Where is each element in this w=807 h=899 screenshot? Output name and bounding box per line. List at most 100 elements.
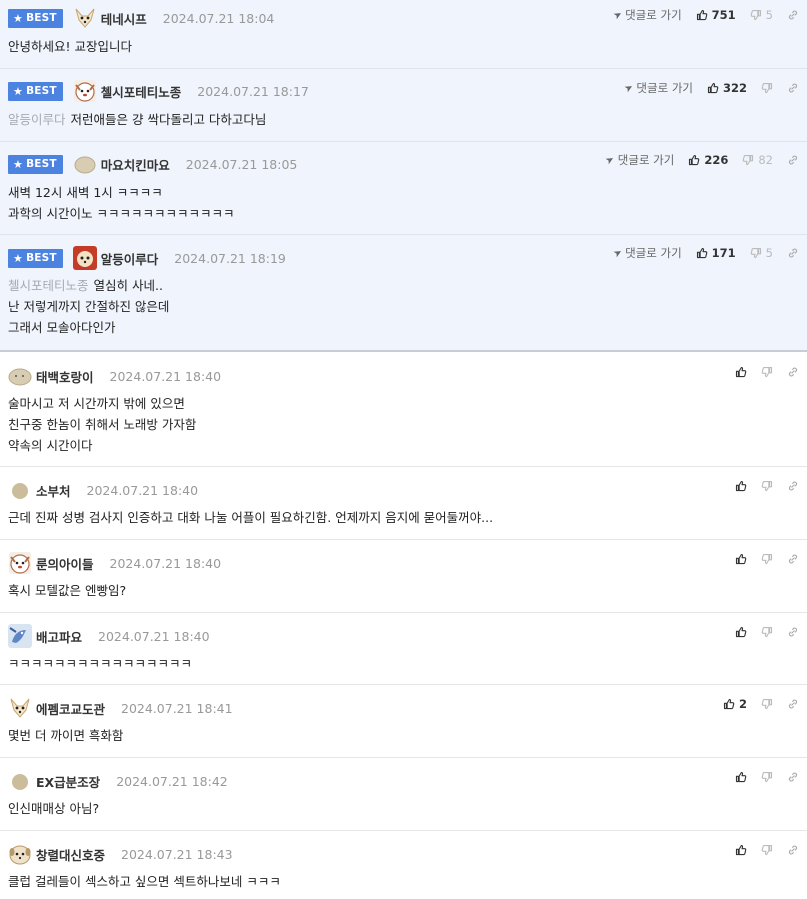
downvote-button[interactable] (761, 771, 773, 783)
comment-date: 2024.07.21 18:40 (109, 555, 222, 571)
share-link-button[interactable] (787, 366, 799, 378)
upvote-button[interactable] (735, 771, 747, 783)
share-link-button[interactable] (787, 9, 799, 21)
thumbs-down-icon (742, 154, 754, 166)
comment-actions: ➤ 댓글로 가기 751 5 (611, 4, 799, 26)
downvote-button[interactable] (761, 480, 773, 492)
downvote-button[interactable]: 82 (742, 153, 773, 167)
share-link-button[interactable] (787, 626, 799, 638)
share-link-button[interactable] (787, 771, 799, 783)
red-panda-avatar[interactable] (72, 246, 97, 270)
send-arrow-icon: ➤ (611, 8, 625, 22)
link-icon (787, 480, 799, 492)
downvote-button[interactable] (761, 82, 773, 94)
chihuahua-avatar[interactable] (73, 6, 97, 30)
nickname[interactable]: 룬의아이들 (36, 554, 94, 573)
downvote-button[interactable] (761, 366, 773, 378)
star-icon: ★ (13, 157, 24, 171)
downvote-button[interactable]: 5 (750, 246, 773, 260)
downvote-button[interactable]: 5 (750, 8, 773, 22)
nickname[interactable]: 첼시포테티노종 (101, 82, 182, 101)
comment-header: 창렬대신호중 2024.07.21 18:43 (8, 841, 799, 867)
beige-blob-avatar[interactable] (73, 152, 97, 176)
comment-body: 알등이루다 저런애들은 걍 싹다돌리고 다하고다님 (8, 112, 267, 127)
thumbs-up-icon (735, 771, 747, 783)
nickname[interactable]: 태백호랑이 (36, 367, 94, 386)
nickname[interactable]: 마요치킨마요 (101, 155, 170, 174)
nickname[interactable]: 창렬대신호중 (36, 845, 105, 864)
share-link-button[interactable] (787, 844, 799, 856)
beige-circle-avatar[interactable] (8, 478, 32, 502)
downvote-button[interactable] (761, 553, 773, 565)
link-icon (787, 771, 799, 783)
puppy-avatar[interactable] (8, 842, 32, 866)
best-badge: ★ BEST (8, 154, 63, 174)
reply-link[interactable]: ➤ 댓글로 가기 (623, 80, 693, 96)
comment-date: 2024.07.21 18:19 (174, 250, 286, 266)
upvote-button[interactable] (735, 626, 747, 638)
nickname[interactable]: 배고파요 (36, 627, 82, 646)
upvote-button[interactable] (735, 480, 747, 492)
upvote-button[interactable]: 171 (696, 246, 736, 260)
share-link-button[interactable] (787, 247, 799, 259)
upvote-button[interactable] (735, 366, 747, 378)
upvote-button[interactable]: 322 (707, 81, 747, 95)
comment-body: 클럽 걸레들이 섹스하고 싶으면 섹트하나보네 ㅋㅋㅋ (8, 874, 281, 889)
beige-circle-avatar[interactable] (8, 769, 32, 793)
comment: 창렬대신호중 2024.07.21 18:43 클럽 걸레들이 섹스하고 싶으면… (0, 831, 807, 899)
nickname[interactable]: 에펨코교도관 (36, 699, 105, 718)
upvote-count: 171 (711, 246, 736, 260)
nickname[interactable]: 소부처 (36, 481, 71, 500)
comment-header: 소부처 2024.07.21 18:40 (8, 477, 799, 503)
comment-date: 2024.07.21 18:43 (121, 846, 233, 862)
downvote-count: 82 (758, 153, 773, 167)
share-link-button[interactable] (787, 553, 799, 565)
nickname[interactable]: 테네시프 (101, 9, 147, 28)
comment-actions (735, 475, 799, 497)
comment-body: 새벽 12시 새벽 1시 ㅋㅋㅋㅋ 과학의 시간이노 ㅋㅋㅋㅋㅋㅋㅋㅋㅋㅋㅋㅋ (8, 185, 235, 221)
downvote-button[interactable] (761, 844, 773, 856)
nickname[interactable]: 알등이루다 (101, 249, 159, 268)
best-comment: ★ BEST 알등이루다 2024.07.21 18:19 ➤ 댓글로 가기 171… (0, 235, 807, 350)
thumbs-up-icon (735, 844, 747, 856)
dog-avatar[interactable] (8, 551, 32, 575)
upvote-button[interactable]: 2 (723, 697, 747, 711)
dog-avatar[interactable] (73, 79, 97, 103)
upvote-button[interactable]: 226 (688, 153, 728, 167)
comment-date: 2024.07.21 18:41 (121, 700, 233, 716)
reply-link[interactable]: ➤ 댓글로 가기 (604, 152, 674, 168)
thumbs-up-icon (696, 9, 708, 21)
comment: EX급분조장 2024.07.21 18:42 인신매매상 아님? (0, 758, 807, 831)
link-icon (787, 247, 799, 259)
best-comment: ★ BEST 첼시포테티노종 2024.07.21 18:17 ➤ 댓글로 가기 3… (0, 69, 807, 142)
upvote-button[interactable] (735, 553, 747, 565)
downvote-button[interactable] (761, 626, 773, 638)
link-icon (787, 553, 799, 565)
comment-date: 2024.07.21 18:40 (86, 482, 199, 498)
mention[interactable]: 알등이루다 (8, 112, 66, 127)
chihuahua-avatar[interactable] (8, 696, 32, 720)
send-arrow-icon: ➤ (611, 246, 625, 260)
comment-body: 안녕하세요! 교장입니다 (8, 39, 132, 54)
upvote-button[interactable] (735, 844, 747, 856)
nickname[interactable]: EX급분조장 (36, 772, 100, 791)
upvote-count: 751 (711, 8, 736, 22)
link-icon (787, 698, 799, 710)
upvote-count: 2 (738, 697, 747, 711)
reply-link[interactable]: ➤ 댓글로 가기 (611, 7, 682, 23)
reply-link[interactable]: ➤ 댓글로 가기 (611, 245, 682, 261)
mention[interactable]: 첼시포테티노종 (8, 278, 89, 293)
upvote-button[interactable]: 751 (696, 8, 736, 22)
share-link-button[interactable] (787, 480, 799, 492)
comment-body: 첼시포테티노종 열심히 사네.. 난 저렇게까지 간절하진 않은데 그래서 모솔아… (8, 278, 170, 335)
downvote-button[interactable] (761, 698, 773, 710)
comment-body: 몇번 더 까이면 흑화함 (8, 728, 124, 743)
blue-bird-avatar[interactable] (8, 624, 32, 648)
downvote-count: 5 (765, 246, 773, 260)
share-link-button[interactable] (787, 698, 799, 710)
share-link-button[interactable] (787, 82, 799, 94)
share-link-button[interactable] (787, 154, 799, 166)
comment-date: 2024.07.21 18:40 (98, 628, 210, 644)
beige-blob-avatar[interactable] (8, 364, 32, 388)
best-badge: ★ BEST (8, 248, 63, 268)
